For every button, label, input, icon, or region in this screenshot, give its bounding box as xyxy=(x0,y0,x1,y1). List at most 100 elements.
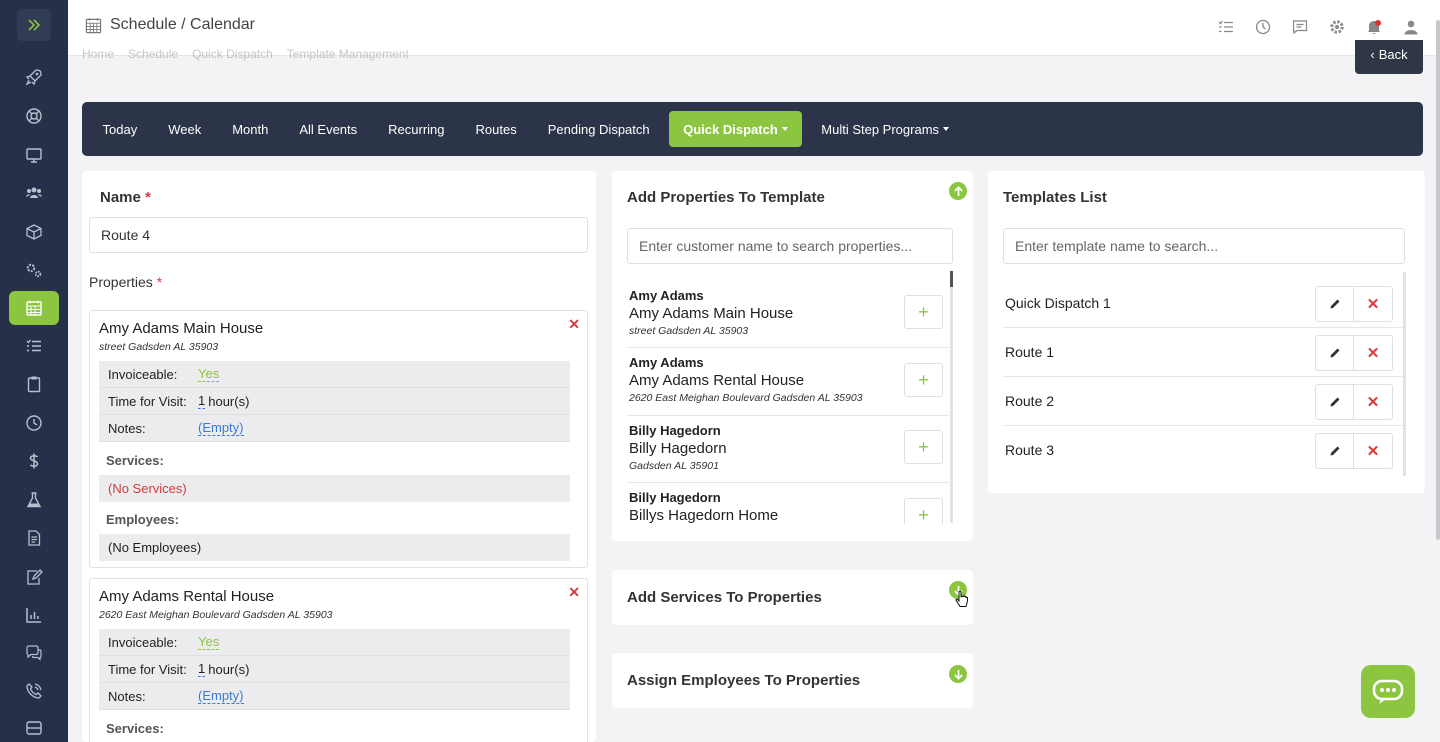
sidebar-item-schedule[interactable] xyxy=(9,291,59,325)
sidebar-item-storage[interactable] xyxy=(9,711,59,742)
template-search-input[interactable]: Enter template name to search... xyxy=(1003,228,1405,264)
sidebar-item-forms[interactable] xyxy=(9,560,59,594)
time-value[interactable]: 1 xyxy=(198,661,206,677)
name-input[interactable]: Route 4 xyxy=(89,217,588,253)
property-name: Amy Adams Main House xyxy=(629,305,794,322)
sidebar-item-documents[interactable] xyxy=(9,521,59,555)
property-list-scroll-thumb[interactable] xyxy=(950,271,953,287)
sidebar-item-reports[interactable] xyxy=(9,598,59,632)
sidebar-item-clipboard[interactable] xyxy=(9,367,59,401)
list-item: Billy Hagedorn Billy Hagedorn Gadsden AL… xyxy=(629,423,949,472)
sidebar-item-history[interactable] xyxy=(9,406,59,440)
employees-text: (No Employees) xyxy=(108,540,202,555)
plus-icon: + xyxy=(918,504,929,525)
tab-recurring[interactable]: Recurring xyxy=(373,111,460,147)
breadcrumb-home[interactable]: Home xyxy=(82,47,114,61)
template-name[interactable]: Route 2 xyxy=(1005,393,1054,409)
delete-template-button[interactable]: ✕ xyxy=(1354,335,1393,371)
template-name[interactable]: Route 1 xyxy=(1005,344,1054,360)
list-item: Route 2 ✕ xyxy=(1003,377,1403,426)
divider xyxy=(627,347,949,348)
notes-value[interactable]: (Empty) xyxy=(198,420,244,436)
edit-template-button[interactable] xyxy=(1315,286,1354,322)
delete-template-button[interactable]: ✕ xyxy=(1354,384,1393,420)
remove-property-button[interactable]: ✕ xyxy=(568,316,580,333)
sidebar-item-tasks[interactable] xyxy=(9,329,59,363)
schedule-nav: Today Week Month All Events Recurring Ro… xyxy=(82,102,1423,156)
history-button[interactable] xyxy=(1254,18,1272,36)
add-property-button[interactable]: + xyxy=(904,430,943,464)
templates-list-scrollbar[interactable] xyxy=(1403,272,1406,476)
tab-today[interactable]: Today xyxy=(87,111,153,147)
list-item: Amy Adams Amy Adams Main House street Ga… xyxy=(629,288,949,337)
tasks-button[interactable] xyxy=(1217,18,1235,36)
chart-icon xyxy=(26,608,41,623)
property-card: Amy Adams Main House street Gadsden AL 3… xyxy=(89,310,588,568)
messages-button[interactable] xyxy=(1291,18,1309,36)
sidebar-item-dashboard[interactable] xyxy=(9,60,59,94)
sidebar-item-billing[interactable] xyxy=(9,444,59,478)
page-scrollbar[interactable] xyxy=(1436,20,1440,540)
notifications-button[interactable] xyxy=(1365,18,1383,36)
sidebar-item-messages[interactable] xyxy=(9,636,59,670)
plus-icon: + xyxy=(918,436,929,457)
template-name[interactable]: Route 3 xyxy=(1005,442,1054,458)
invoiceable-value[interactable]: Yes xyxy=(198,366,220,382)
notes-value[interactable]: (Empty) xyxy=(198,688,244,704)
clipboard-icon xyxy=(27,376,41,393)
arrow-down-icon xyxy=(953,669,963,680)
property-list-scrollbar[interactable] xyxy=(950,271,953,523)
property-card: Amy Adams Rental House 2620 East Meighan… xyxy=(89,578,588,742)
sidebar-toggle-button[interactable] xyxy=(17,9,51,41)
sidebar-item-settings[interactable] xyxy=(9,253,59,287)
add-property-button[interactable]: + xyxy=(904,363,943,397)
tab-multi-step-programs[interactable]: Multi Step Programs xyxy=(806,111,965,147)
caret-down-icon xyxy=(943,127,950,131)
breadcrumb-quick-dispatch[interactable]: Quick Dispatch xyxy=(192,47,273,61)
chevron-left-icon: ‹ xyxy=(1370,47,1375,62)
property-search-placeholder: Enter customer name to search properties… xyxy=(639,238,913,254)
flask-icon xyxy=(26,492,42,508)
add-property-button[interactable]: + xyxy=(904,295,943,329)
tab-month[interactable]: Month xyxy=(217,111,284,147)
customer-property-list[interactable]: Amy Adams Amy Adams Main House street Ga… xyxy=(627,271,953,524)
invoiceable-value[interactable]: Yes xyxy=(198,634,220,650)
property-address: street Gadsden AL 35903 xyxy=(629,325,749,337)
edit-template-button[interactable] xyxy=(1315,384,1354,420)
template-form-card: Name * Route 4 Properties * Amy Adams Ma… xyxy=(82,171,596,742)
tab-quick-dispatch[interactable]: Quick Dispatch xyxy=(669,111,802,147)
breadcrumb-schedule[interactable]: Schedule xyxy=(128,47,178,61)
delete-template-button[interactable]: ✕ xyxy=(1354,286,1393,322)
collapse-button[interactable] xyxy=(949,182,967,200)
sidebar-item-inventory[interactable] xyxy=(9,215,59,249)
edit-template-button[interactable] xyxy=(1315,433,1354,469)
sidebar-item-monitor[interactable] xyxy=(9,138,59,172)
delete-template-button[interactable]: ✕ xyxy=(1354,433,1393,469)
tab-all-events[interactable]: All Events xyxy=(284,111,373,147)
time-value[interactable]: 1 xyxy=(198,393,206,409)
sidebar-item-users[interactable] xyxy=(9,176,59,210)
name-label-text: Name xyxy=(100,189,141,206)
back-button[interactable]: ‹ Back xyxy=(1355,40,1423,74)
edit-template-button[interactable] xyxy=(1315,335,1354,371)
expand-employees-button[interactable] xyxy=(949,665,967,683)
sidebar-item-calls[interactable] xyxy=(9,674,59,708)
user-menu-button[interactable] xyxy=(1402,18,1420,36)
tab-week[interactable]: Week xyxy=(153,111,217,147)
sidebar-item-support[interactable] xyxy=(9,99,59,133)
assign-employees-title: Assign Employees To Properties xyxy=(627,672,861,689)
property-search-input[interactable]: Enter customer name to search properties… xyxy=(627,228,953,264)
tab-pending-dispatch[interactable]: Pending Dispatch xyxy=(532,111,665,147)
calendar-icon xyxy=(85,17,102,33)
customer-name: Billy Hagedorn xyxy=(629,423,721,438)
invoiceable-row: Invoiceable: Yes xyxy=(99,629,570,656)
remove-property-button[interactable]: ✕ xyxy=(568,584,580,601)
chat-widget-button[interactable] xyxy=(1361,665,1415,718)
sidebar-item-lab[interactable] xyxy=(9,483,59,517)
settings-button[interactable] xyxy=(1328,18,1346,36)
add-property-button[interactable]: + xyxy=(904,498,943,524)
tab-routes[interactable]: Routes xyxy=(460,111,532,147)
checklist-icon xyxy=(1218,20,1233,33)
box-icon xyxy=(26,224,42,240)
template-name[interactable]: Quick Dispatch 1 xyxy=(1005,295,1111,311)
